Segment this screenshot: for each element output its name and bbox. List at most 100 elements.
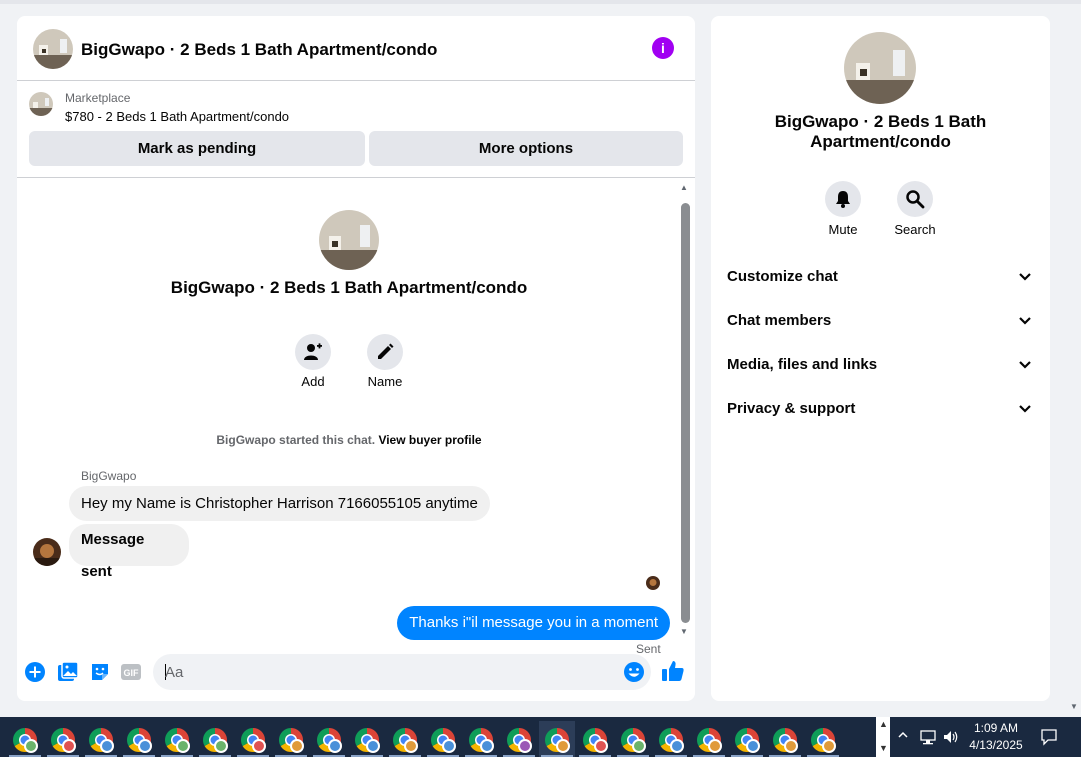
sticker-icon [92, 664, 108, 680]
profile-badge-icon [366, 739, 380, 753]
taskbar-chrome-app[interactable] [235, 721, 271, 757]
chat-panel: BigGwapo · 2 Beds 1 Bath Apartment/condo… [17, 16, 695, 701]
profile-badge-icon [176, 739, 190, 753]
message-thread[interactable]: ▲ ▼ BigGwapo · 2 Beds 1 Bath Apartment/c… [17, 179, 695, 656]
thumbs-up-icon [662, 661, 684, 681]
show-hidden-icons-caret-icon[interactable] [897, 729, 909, 744]
taskbar-chrome-app[interactable] [273, 721, 309, 757]
incoming-message[interactable]: Hey my Name is Christopher Harrison 7166… [69, 486, 490, 521]
emoji-icon[interactable] [623, 661, 645, 683]
like-button[interactable] [661, 659, 685, 683]
incoming-message[interactable]: Message sent [69, 524, 189, 580]
profile-badge-icon [100, 739, 114, 753]
photo-icon [58, 661, 79, 681]
chat-members-section[interactable]: Chat members [711, 300, 1050, 344]
taskbar-chrome-app[interactable] [311, 721, 347, 757]
listing-summary[interactable]: $780 - 2 Beds 1 Bath Apartment/condo [65, 109, 289, 124]
scroll-up-arrow-icon[interactable]: ▲ [680, 183, 688, 192]
chat-avatar[interactable] [33, 29, 73, 69]
view-buyer-profile-link[interactable]: View buyer profile [378, 433, 481, 447]
clock-date: 4/13/2025 [969, 738, 1023, 752]
profile-badge-icon [822, 739, 836, 753]
taskbar-chrome-app[interactable] [539, 721, 575, 757]
network-icon[interactable] [919, 728, 937, 746]
more-actions-button[interactable] [24, 661, 46, 683]
sender-avatar[interactable] [33, 538, 61, 566]
windows-taskbar: ▲ ▼ 1:09 AM 4/13/2025 [0, 717, 1081, 757]
chat-started-text: BigGwapo started this chat. [216, 433, 376, 447]
profile-badge-icon [442, 739, 456, 753]
search-icon [906, 190, 925, 209]
profile-badge-icon [632, 739, 646, 753]
taskbar-chrome-app[interactable] [463, 721, 499, 757]
taskbar-chrome-app[interactable] [577, 721, 613, 757]
clock-time: 1:09 AM [973, 721, 1019, 735]
scrollbar-thumb[interactable] [681, 203, 690, 623]
taskbar-chrome-app[interactable] [387, 721, 423, 757]
edit-name-button[interactable] [367, 334, 403, 370]
mute-button[interactable] [825, 181, 861, 217]
add-label: Add [301, 374, 325, 389]
info-icon[interactable]: i [652, 37, 674, 59]
listing-thumbnail[interactable] [29, 92, 53, 116]
name-label: Name [367, 374, 403, 389]
taskbar-chrome-app[interactable] [615, 721, 651, 757]
taskbar-chrome-app[interactable] [45, 721, 81, 757]
taskbar-chrome-app[interactable] [805, 721, 841, 757]
profile-badge-icon [784, 739, 798, 753]
message-composer: GIF Aa [17, 651, 695, 701]
taskbar-chrome-app[interactable] [425, 721, 461, 757]
svg-text:GIF: GIF [124, 668, 140, 678]
more-options-button[interactable]: More options [369, 131, 683, 166]
profile-badge-icon [252, 739, 266, 753]
info-avatar[interactable] [844, 32, 916, 104]
profile-badge-icon [214, 739, 228, 753]
taskbar-chrome-app[interactable] [349, 721, 385, 757]
taskbar-chrome-app[interactable] [729, 721, 765, 757]
gif-icon: GIF [121, 664, 141, 680]
taskbar-chrome-app[interactable] [501, 721, 537, 757]
profile-badge-icon [480, 739, 494, 753]
pencil-icon [378, 343, 394, 359]
add-person-icon [304, 343, 322, 360]
mark-as-pending-button[interactable]: Mark as pending [29, 131, 365, 166]
profile-badge-icon [594, 739, 608, 753]
taskbar-chrome-app[interactable] [83, 721, 119, 757]
gif-button[interactable]: GIF [120, 661, 142, 683]
profile-badge-icon [290, 739, 304, 753]
marketplace-listing: Marketplace $780 - 2 Beds 1 Bath Apartme… [17, 82, 695, 178]
scroll-down-arrow-icon[interactable]: ▼ [680, 627, 688, 636]
intro-title: BigGwapo · 2 Beds 1 Bath Apartment/condo [170, 278, 528, 297]
media-files-links-section[interactable]: Media, files and links [711, 344, 1050, 388]
chat-title: BigGwapo · 2 Beds 1 Bath Apartment/condo [81, 40, 438, 59]
message-input[interactable]: Aa [153, 654, 651, 690]
taskbar-chrome-app[interactable] [121, 721, 157, 757]
taskbar-clock[interactable]: 1:09 AM 4/13/2025 [958, 720, 1034, 754]
search-in-chat-button[interactable] [897, 181, 933, 217]
taskbar-chrome-app[interactable] [159, 721, 195, 757]
add-people-button[interactable] [295, 334, 331, 370]
read-receipt-avatar [646, 576, 660, 590]
action-center-icon[interactable] [1040, 728, 1058, 746]
privacy-support-section[interactable]: Privacy & support [711, 388, 1050, 432]
page-scroll-down-arrow-icon[interactable]: ▼ [1070, 702, 1078, 711]
chevron-down-icon[interactable]: ▼ [879, 743, 888, 753]
attach-photo-button[interactable] [57, 661, 79, 683]
info-title: BigGwapo · 2 Beds 1 Bath Apartment/condo [774, 112, 987, 151]
bell-icon [836, 191, 850, 208]
profile-badge-icon [24, 739, 38, 753]
taskbar-scroll[interactable]: ▲ ▼ [876, 717, 890, 757]
taskbar-chrome-app[interactable] [7, 721, 43, 757]
outgoing-message[interactable]: Thanks i"il message you in a moment [397, 606, 670, 640]
sticker-button[interactable] [89, 661, 111, 683]
taskbar-chrome-app[interactable] [197, 721, 233, 757]
customize-chat-section[interactable]: Customize chat [711, 256, 1050, 300]
chevron-up-icon[interactable]: ▲ [879, 719, 888, 729]
sender-name: BigGwapo [81, 469, 137, 483]
mute-label: Mute [828, 222, 858, 237]
section-label: Media, files and links [727, 356, 878, 373]
taskbar-chrome-app[interactable] [691, 721, 727, 757]
taskbar-chrome-app[interactable] [653, 721, 689, 757]
chevron-down-icon [1019, 361, 1031, 369]
taskbar-chrome-app[interactable] [767, 721, 803, 757]
